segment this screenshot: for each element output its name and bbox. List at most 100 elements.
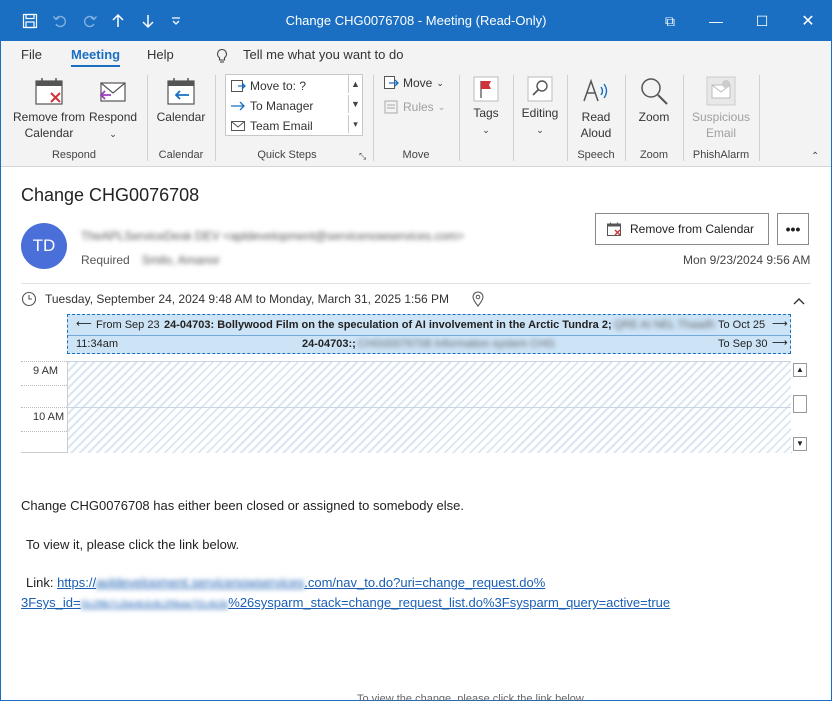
ribbon-separator [373,75,374,161]
ribbon-separator [625,75,626,161]
quick-steps-scroll-up[interactable]: ▲ [348,75,362,93]
ribbon-separator [683,75,684,161]
attendee-names[interactable]: Smilo, Amanor [142,253,220,267]
body-line-view: To view it, please click the link below. [26,537,240,552]
ribbon: Remove from Calendar Respond ⌄ Respond C… [1,71,831,167]
arrow-down-icon[interactable] [133,1,163,41]
tab-meeting[interactable]: Meeting [71,47,121,67]
calendar-remove-icon [607,222,621,236]
calendar-ribbon-button[interactable]: Calendar [153,75,209,125]
group-label-calendar: Calendar [158,149,204,161]
remove-from-calendar-button[interactable]: Remove from Calendar [595,213,769,245]
calendar-scrollbar[interactable]: ▲ ▼ [793,363,807,453]
more-actions-button[interactable]: ••• [777,213,809,245]
quick-steps-more[interactable]: ▾ [348,115,362,133]
ribbon-separator [147,75,148,161]
customize-toolbar-icon[interactable] [161,1,191,41]
calendar-grid: 9 AM 10 AM [21,359,792,453]
collapse-calendar-icon[interactable] [793,295,805,309]
respond-ribbon-button[interactable]: Respond ⌄ [89,75,137,142]
group-label-respond: Respond [51,149,97,161]
remove-from-calendar-ribbon-button[interactable]: Remove from Calendar [11,75,87,141]
zoom-icon [641,78,668,105]
arrow-up-icon[interactable] [103,1,133,41]
lightbulb-icon [215,48,229,67]
restore-ribbon-button[interactable]: ⧉ [647,1,693,41]
group-label-quick-steps: Quick Steps [257,149,317,161]
ribbon-separator [567,75,568,161]
group-label-move: Move [402,149,430,161]
body-link-line: Link: https://apldevelopment.servicenows… [26,575,546,590]
header-divider [21,283,811,284]
sent-date: Mon 9/23/2024 9:56 AM [683,253,811,267]
menu-bar: File Meeting Help Tell me what you want … [1,41,831,71]
envelope-reply-icon [99,82,126,102]
maximize-button[interactable]: ☐ [739,1,785,41]
all-day-events: ⟵ From Sep 23 24-04703: Bollywood Film o… [67,314,791,354]
avatar[interactable]: TD [21,223,67,269]
change-request-link-continued[interactable]: 3Fsys_id=f3c2f8b7c2bb4b3c8c2f9bda7f2c4b3… [21,595,670,610]
message-subject: Change CHG0076708 [21,185,200,205]
minimize-button[interactable]: — [693,1,739,41]
collapse-ribbon-icon[interactable]: ⌃ [811,151,819,162]
scroll-down-button[interactable]: ▼ [793,437,807,451]
quick-step-move-to[interactable]: Move to: ? [230,78,306,94]
meeting-time: Tuesday, September 24, 2024 9:48 AM to M… [21,291,485,307]
move-folder-icon [231,80,246,92]
move-icon [384,76,399,89]
rules-icon [384,100,398,114]
envelope-icon [231,121,245,131]
move-button[interactable]: Move ⌄ [383,75,444,91]
event-row-2[interactable]: 11:34am 24-04703:; CHG00076708 Informati… [68,336,790,355]
quick-steps-scroll-down[interactable]: ▼ [348,95,362,113]
group-label-zoom: Zoom [639,149,669,161]
scroll-thumb[interactable] [793,395,807,413]
group-label-speech: Speech [577,149,615,161]
body-link-line-2: 3Fsys_id=f3c2f8b7c2bb4b3c8c2f9bda7f2c4b3… [21,595,670,610]
redo-icon[interactable] [75,1,105,41]
event-row-1[interactable]: ⟵ From Sep 23 24-04703: Bollywood Film o… [68,317,790,336]
tell-me-search[interactable]: Tell me what you want to do [243,47,403,62]
time-label-10am: 10 AM [33,411,65,423]
ribbon-separator [513,75,514,161]
change-request-link[interactable]: https://apldevelopment.servicenowservice… [57,575,545,590]
body-line-closed: Change CHG0076708 has either been closed… [21,498,465,513]
tab-file[interactable]: File [21,47,42,62]
calendar-remove-icon [35,78,63,105]
editing-button[interactable]: Editing ⌄ [517,75,563,138]
tags-button[interactable]: Tags ⌄ [465,75,507,138]
search-icon [527,76,553,102]
tab-help[interactable]: Help [147,47,174,62]
time-label-9am: 9 AM [33,365,59,377]
ribbon-separator [759,75,760,161]
sender[interactable]: TheAPLServiceDesk DEV <apldevelopment@se… [81,229,464,243]
arrow-right-icon: ⟶ [772,318,788,330]
undo-icon[interactable] [45,1,75,41]
suspicious-email-button[interactable]: Suspicious Email [689,75,753,141]
scroll-up-button[interactable]: ▲ [793,363,807,377]
clock-icon [21,291,37,307]
title-bar: Change CHG0076708 - Meeting (Read-Only) … [1,1,831,41]
quick-step-to-manager[interactable]: To Manager [230,98,313,114]
ribbon-separator [215,75,216,161]
rules-button[interactable]: Rules ⌄ [383,99,445,115]
phish-alarm-icon [706,76,736,106]
flag-icon [473,76,499,102]
arrow-right-icon: ⟶ [772,337,788,349]
arrow-left-icon: ⟵ [76,318,92,330]
zoom-button[interactable]: Zoom [631,75,677,125]
required-attendees: Required Smilo, Amanor [81,253,220,267]
quick-step-team-email[interactable]: Team Email [230,118,313,134]
read-aloud-icon [583,78,608,102]
read-aloud-button[interactable]: Read Aloud [573,75,619,141]
close-button[interactable]: ✕ [785,1,831,41]
save-icon[interactable] [15,1,45,41]
location-pin-icon [472,291,484,307]
quick-steps-gallery: Move to: ? To Manager Team Email ▲ ▼ ▾ [225,74,363,136]
calendar-icon [167,78,195,105]
forward-arrow-icon [231,101,245,111]
dialog-launcher-icon[interactable]: ⤡ [359,151,366,162]
chevron-down-icon: ⌄ [109,129,117,139]
ribbon-separator [459,75,460,161]
group-label-phishalarm: PhishAlarm [692,149,750,161]
